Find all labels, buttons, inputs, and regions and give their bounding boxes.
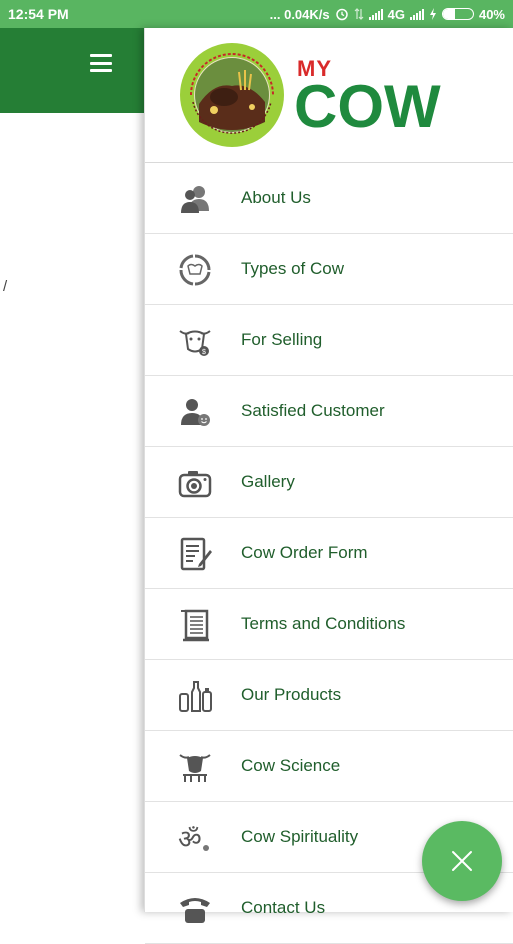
- for-selling-icon: $: [179, 330, 211, 356]
- cow-science-icon: [179, 754, 211, 782]
- menu-label: Types of Cow: [241, 259, 344, 278]
- menu-label: Gallery: [241, 472, 295, 491]
- menu-item-satisfied-customer[interactable]: Satisfied Customer: [145, 376, 513, 447]
- menu-item-cow-order-form[interactable]: Cow Order Form: [145, 518, 513, 589]
- products-bottles-icon: [179, 681, 212, 712]
- battery-icon: [441, 8, 474, 20]
- navigation-drawer: MY COW About Us Types of Cow $ For Selli…: [144, 28, 513, 944]
- hamburger-menu-icon[interactable]: [90, 54, 112, 72]
- satisfied-customer-icon: [181, 399, 210, 426]
- menu-item-terms-and-conditions[interactable]: Terms and Conditions: [145, 589, 513, 660]
- telephone-icon: [180, 898, 210, 923]
- menu-item-cow-science[interactable]: Cow Science: [145, 731, 513, 802]
- svg-text:ॐ: ॐ: [178, 825, 202, 855]
- menu-item-about-us[interactable]: About Us: [145, 163, 513, 234]
- menu-item-for-selling[interactable]: $ For Selling: [145, 305, 513, 376]
- alarm-icon: [335, 8, 348, 21]
- menu-label: Cow Order Form: [241, 543, 368, 562]
- about-us-icon: [181, 186, 209, 213]
- signal-icon: [368, 8, 383, 20]
- battery-percent: 40%: [478, 6, 505, 22]
- types-of-cow-icon: [179, 254, 211, 286]
- charging-icon: [429, 8, 436, 20]
- order-form-icon: [180, 537, 212, 571]
- close-icon: [452, 851, 472, 871]
- menu-label: Contact Us: [241, 898, 326, 917]
- close-fab-button[interactable]: [422, 821, 502, 901]
- brand-cow-text: COW: [294, 73, 441, 140]
- menu-label: Our Products: [241, 685, 342, 704]
- menu-label: Satisfied Customer: [241, 401, 385, 420]
- network-type: 4G: [387, 6, 405, 22]
- menu-label: For Selling: [241, 330, 323, 349]
- menu-item-our-products[interactable]: Our Products: [145, 660, 513, 731]
- background-text-fragment: /: [3, 278, 8, 295]
- status-bar: 12:54 PM ... 0.04K/s 4G 40%: [0, 0, 513, 28]
- menu-label: Cow Spirituality: [241, 827, 359, 846]
- om-icon: ॐ: [178, 825, 209, 855]
- svg-text:$: $: [202, 349, 206, 356]
- menu-label: Cow Science: [241, 756, 341, 775]
- network-speed: ... 0.04K/s: [269, 6, 330, 22]
- drawer-header: MY COW: [145, 28, 513, 163]
- camera-icon: [178, 471, 212, 498]
- menu-item-types-of-cow[interactable]: Types of Cow: [145, 234, 513, 305]
- status-indicators: ... 0.04K/s 4G 40%: [270, 7, 505, 22]
- menu-label: About Us: [241, 188, 311, 207]
- status-time: 12:54 PM: [8, 6, 69, 22]
- signal-icon-2: [409, 8, 424, 20]
- background-page: /: [0, 28, 144, 912]
- terms-document-icon: [181, 609, 209, 642]
- app-toolbar: [0, 28, 144, 113]
- menu-item-gallery[interactable]: Gallery: [145, 447, 513, 518]
- data-transfer-icon: [354, 8, 364, 20]
- menu-label: Terms and Conditions: [241, 614, 406, 633]
- organization-seal-logo: [180, 43, 284, 147]
